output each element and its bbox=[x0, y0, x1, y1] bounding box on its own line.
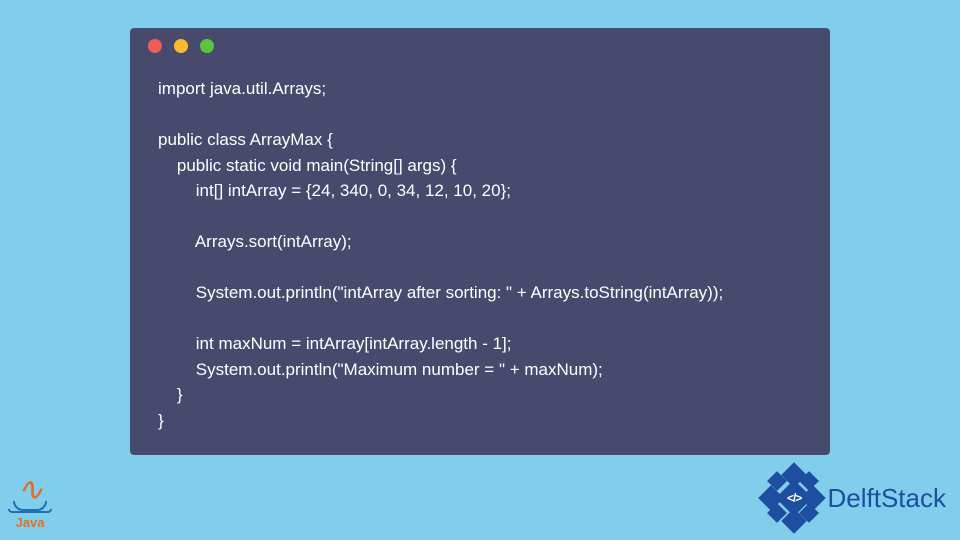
java-steam-icon: ∿ bbox=[17, 480, 44, 499]
code-window: import java.util.Arrays; public class Ar… bbox=[130, 28, 830, 455]
java-logo: ∿ Java bbox=[8, 480, 52, 530]
code-content: import java.util.Arrays; public class Ar… bbox=[130, 64, 830, 437]
delftstack-logo: </> DelftStack bbox=[766, 470, 947, 526]
maximize-icon[interactable] bbox=[200, 39, 214, 53]
delftstack-emblem-icon: </> bbox=[766, 470, 822, 526]
java-label: Java bbox=[16, 515, 45, 530]
window-titlebar bbox=[130, 28, 830, 64]
minimize-icon[interactable] bbox=[174, 39, 188, 53]
java-cup-icon bbox=[13, 501, 47, 511]
close-icon[interactable] bbox=[148, 39, 162, 53]
delftstack-label: DelftStack bbox=[828, 483, 947, 514]
